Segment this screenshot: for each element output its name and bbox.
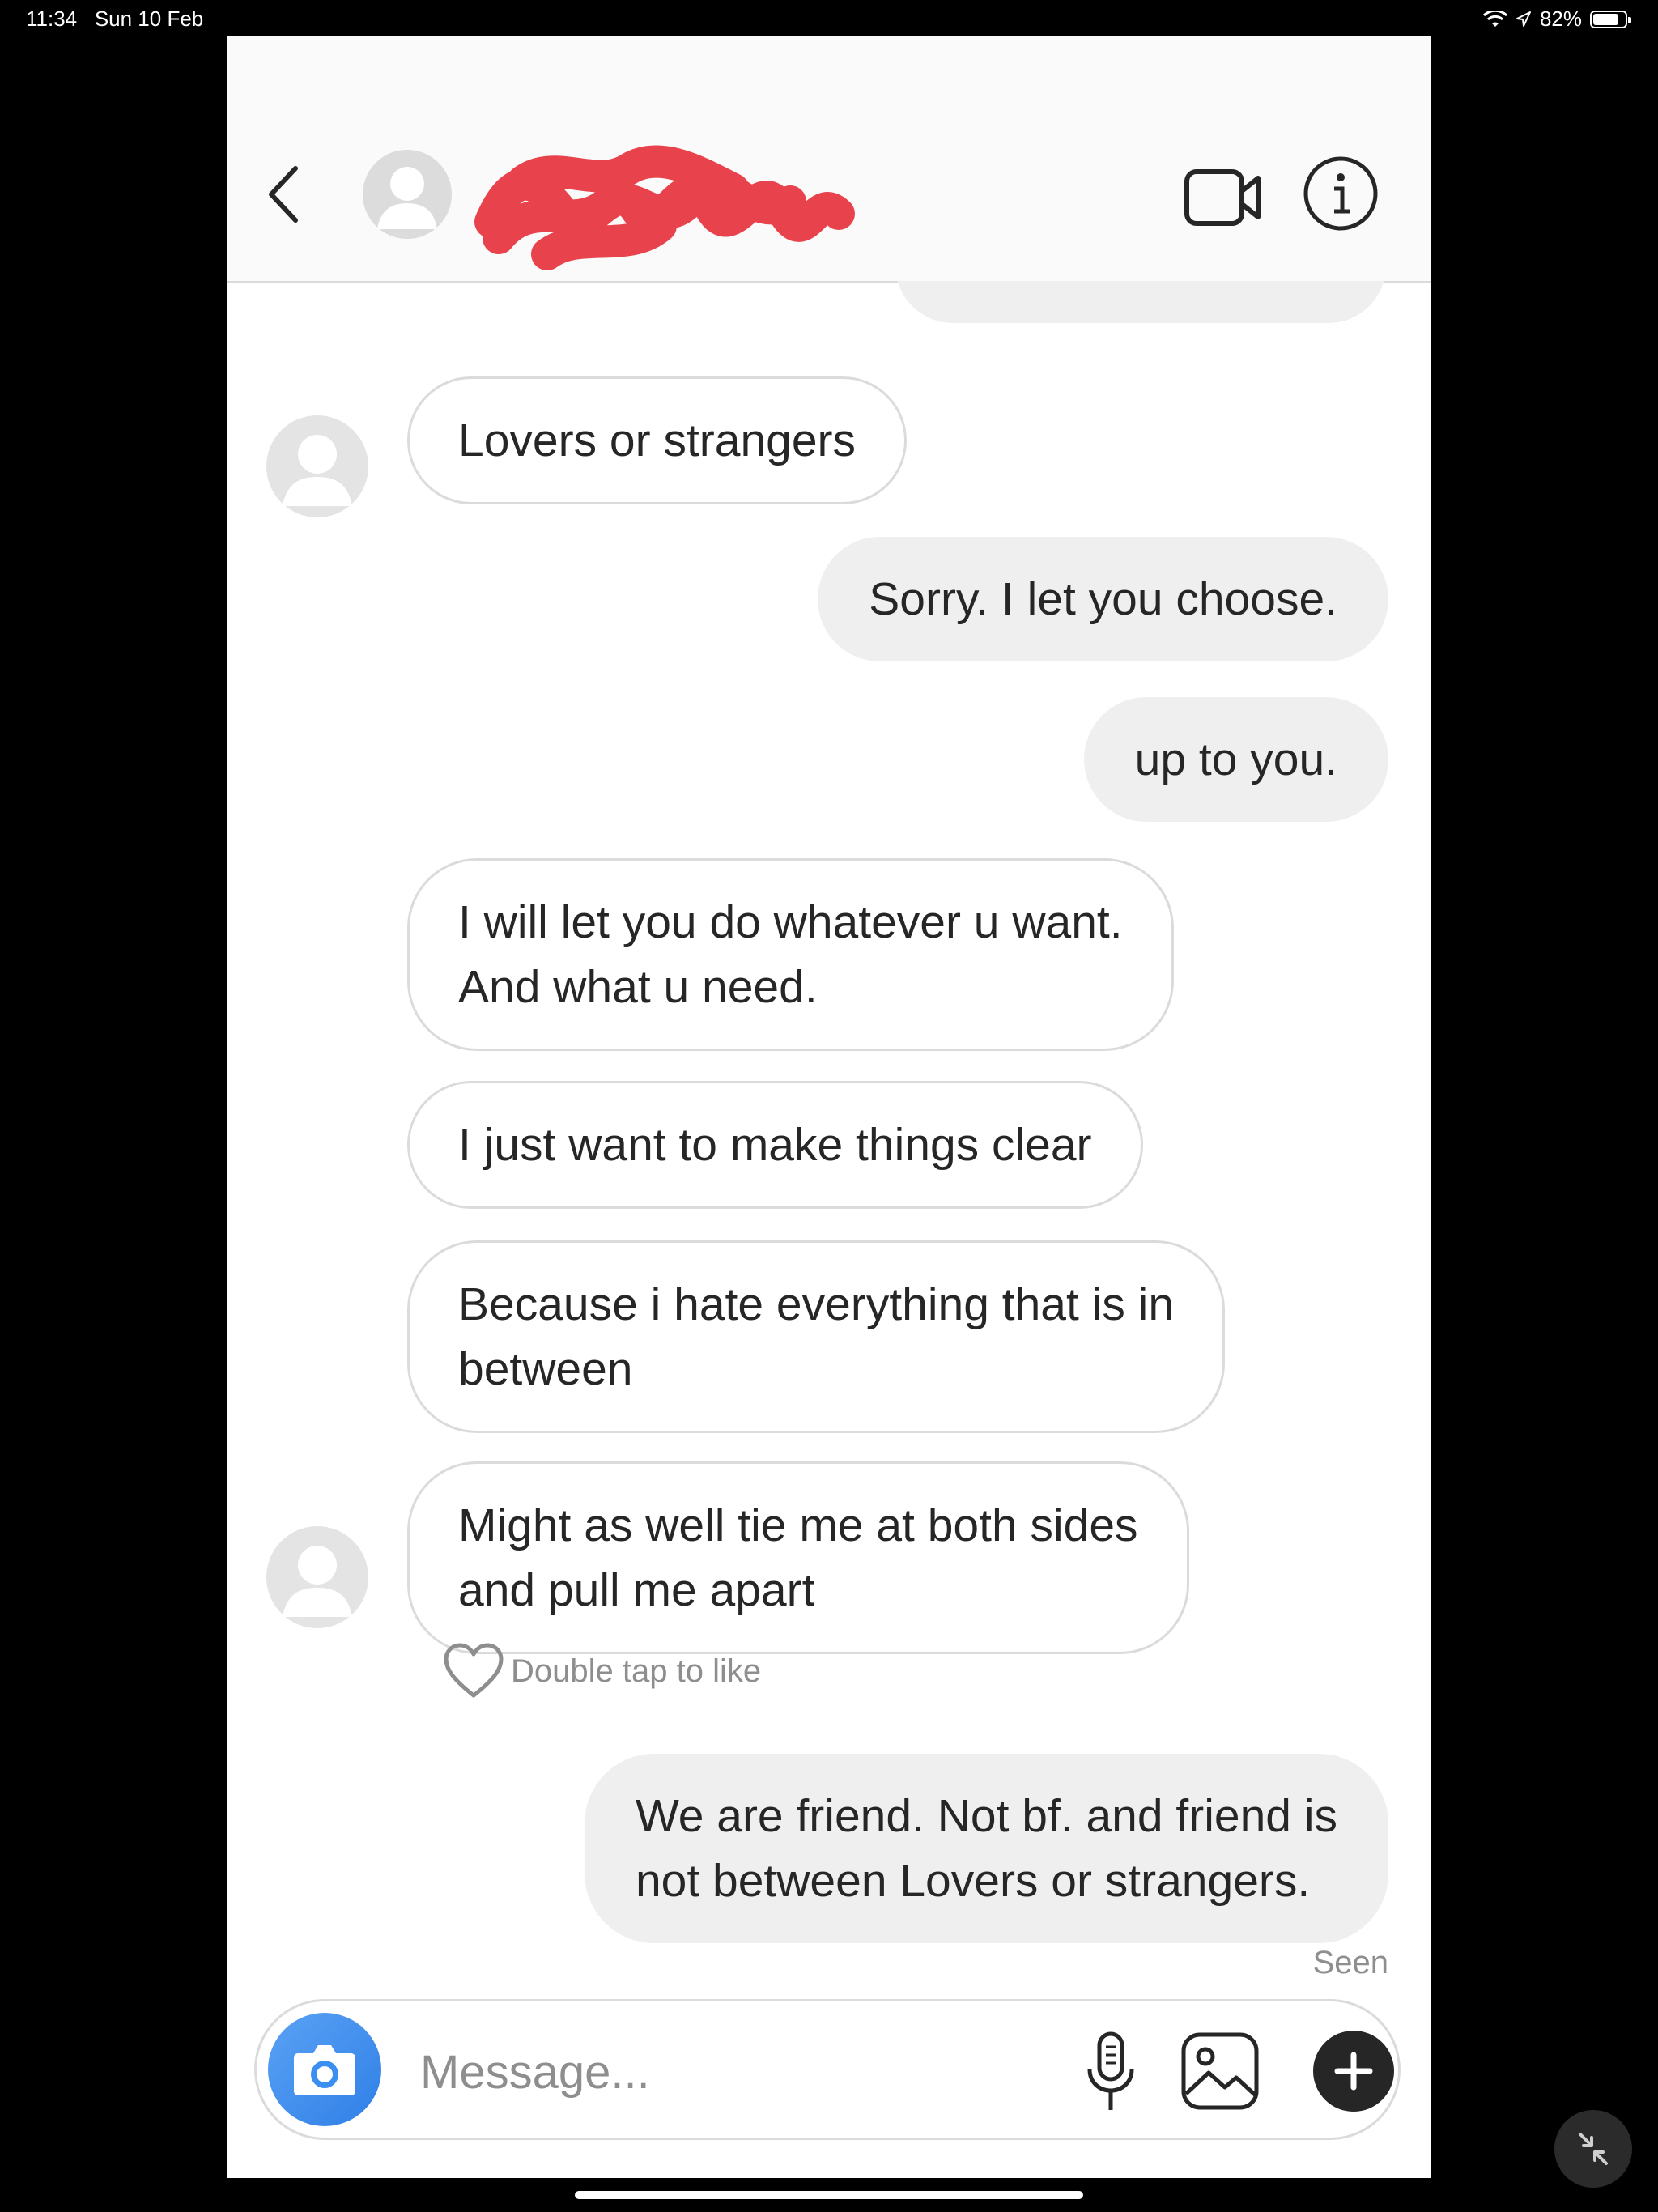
wifi-icon <box>1482 10 1507 27</box>
message-text: Sorry. I let you choose. <box>869 573 1337 625</box>
message-input[interactable] <box>419 2031 1005 2113</box>
collapse-arrows-icon <box>1579 2133 1608 2165</box>
message-text: Lovers or strangers <box>458 415 857 466</box>
user-avatar-icon <box>283 1546 352 1617</box>
chevron-left-icon[interactable] <box>260 162 308 227</box>
message-bubble-outgoing[interactable]: We are friend. Not bf. and friend is not… <box>584 1754 1388 1943</box>
sender-avatar[interactable] <box>266 1526 368 1628</box>
home-indicator[interactable] <box>575 2191 1083 2199</box>
user-avatar-icon <box>377 167 437 229</box>
message-text-line: between <box>458 1343 633 1395</box>
message-text-line: I will let you do whatever u want. <box>458 896 1123 948</box>
message-text-line: and pull me apart <box>458 1564 815 1616</box>
username-redaction[interactable] <box>466 133 855 270</box>
message-text-line: Might as well tie me at both sides <box>458 1499 1138 1551</box>
gallery-icon[interactable] <box>1180 2031 1261 2112</box>
dm-app: Lovers or strangers Sorry. I let you cho… <box>227 36 1431 2178</box>
battery-icon <box>1590 10 1631 28</box>
message-text-line: We are friend. Not bf. and friend is <box>635 1790 1337 1842</box>
message-text-line: Because i hate everything that is in <box>458 1278 1175 1330</box>
status-bar: 11:34 Sun 10 Feb 82% <box>0 0 1658 37</box>
message-bubble-outgoing[interactable]: Sorry. I let you choose. <box>818 537 1388 661</box>
status-time: 11:34 Sun 10 Feb <box>26 6 203 32</box>
message-thread[interactable]: Lovers or strangers Sorry. I let you cho… <box>227 281 1431 1997</box>
message-bubble-incoming[interactable]: Lovers or strangers <box>407 376 908 504</box>
message-text-line: And what u need. <box>458 961 818 1013</box>
status-indicators: 82% <box>1482 6 1631 32</box>
sender-avatar[interactable] <box>266 415 368 517</box>
seen-receipt: Seen <box>1312 1945 1388 1980</box>
message-text: up to you. <box>1134 734 1337 785</box>
camera-button[interactable] <box>268 2013 381 2126</box>
message-composer <box>254 1999 1401 2140</box>
double-tap-like-hint[interactable]: Double tap to like <box>443 1642 761 1700</box>
chat-header <box>227 36 1431 283</box>
camera-icon <box>294 2045 355 2095</box>
info-icon[interactable] <box>1300 153 1381 234</box>
contact-avatar[interactable] <box>363 150 452 239</box>
plus-icon <box>1334 2052 1373 2091</box>
minimize-window-button[interactable] <box>1554 2110 1632 2188</box>
location-arrow-icon <box>1516 11 1531 27</box>
video-camera-icon[interactable] <box>1183 165 1264 230</box>
message-bubble-partial[interactable] <box>895 281 1386 323</box>
like-hint-text: Double tap to like <box>511 1653 762 1689</box>
status-date: Sun 10 Feb <box>94 6 204 31</box>
message-bubble-outgoing[interactable]: up to you. <box>1083 697 1388 822</box>
microphone-icon[interactable] <box>1070 2029 1151 2115</box>
message-bubble-incoming[interactable]: I just want to make things clear <box>407 1081 1143 1209</box>
plus-button[interactable] <box>1313 2031 1394 2112</box>
message-bubble-incoming[interactable]: Might as well tie me at both sides and p… <box>407 1461 1189 1654</box>
message-text: I just want to make things clear <box>458 1119 1092 1171</box>
message-text-line: not between Lovers or strangers. <box>635 1855 1311 1907</box>
message-bubble-incoming[interactable]: Because i hate everything that is in bet… <box>407 1240 1226 1433</box>
status-clock: 11:34 <box>26 6 78 31</box>
battery-percent: 82% <box>1539 6 1582 31</box>
message-bubble-incoming[interactable]: I will let you do whatever u want. And w… <box>407 858 1174 1051</box>
heart-icon[interactable] <box>443 1642 504 1700</box>
user-avatar-icon <box>283 435 352 506</box>
